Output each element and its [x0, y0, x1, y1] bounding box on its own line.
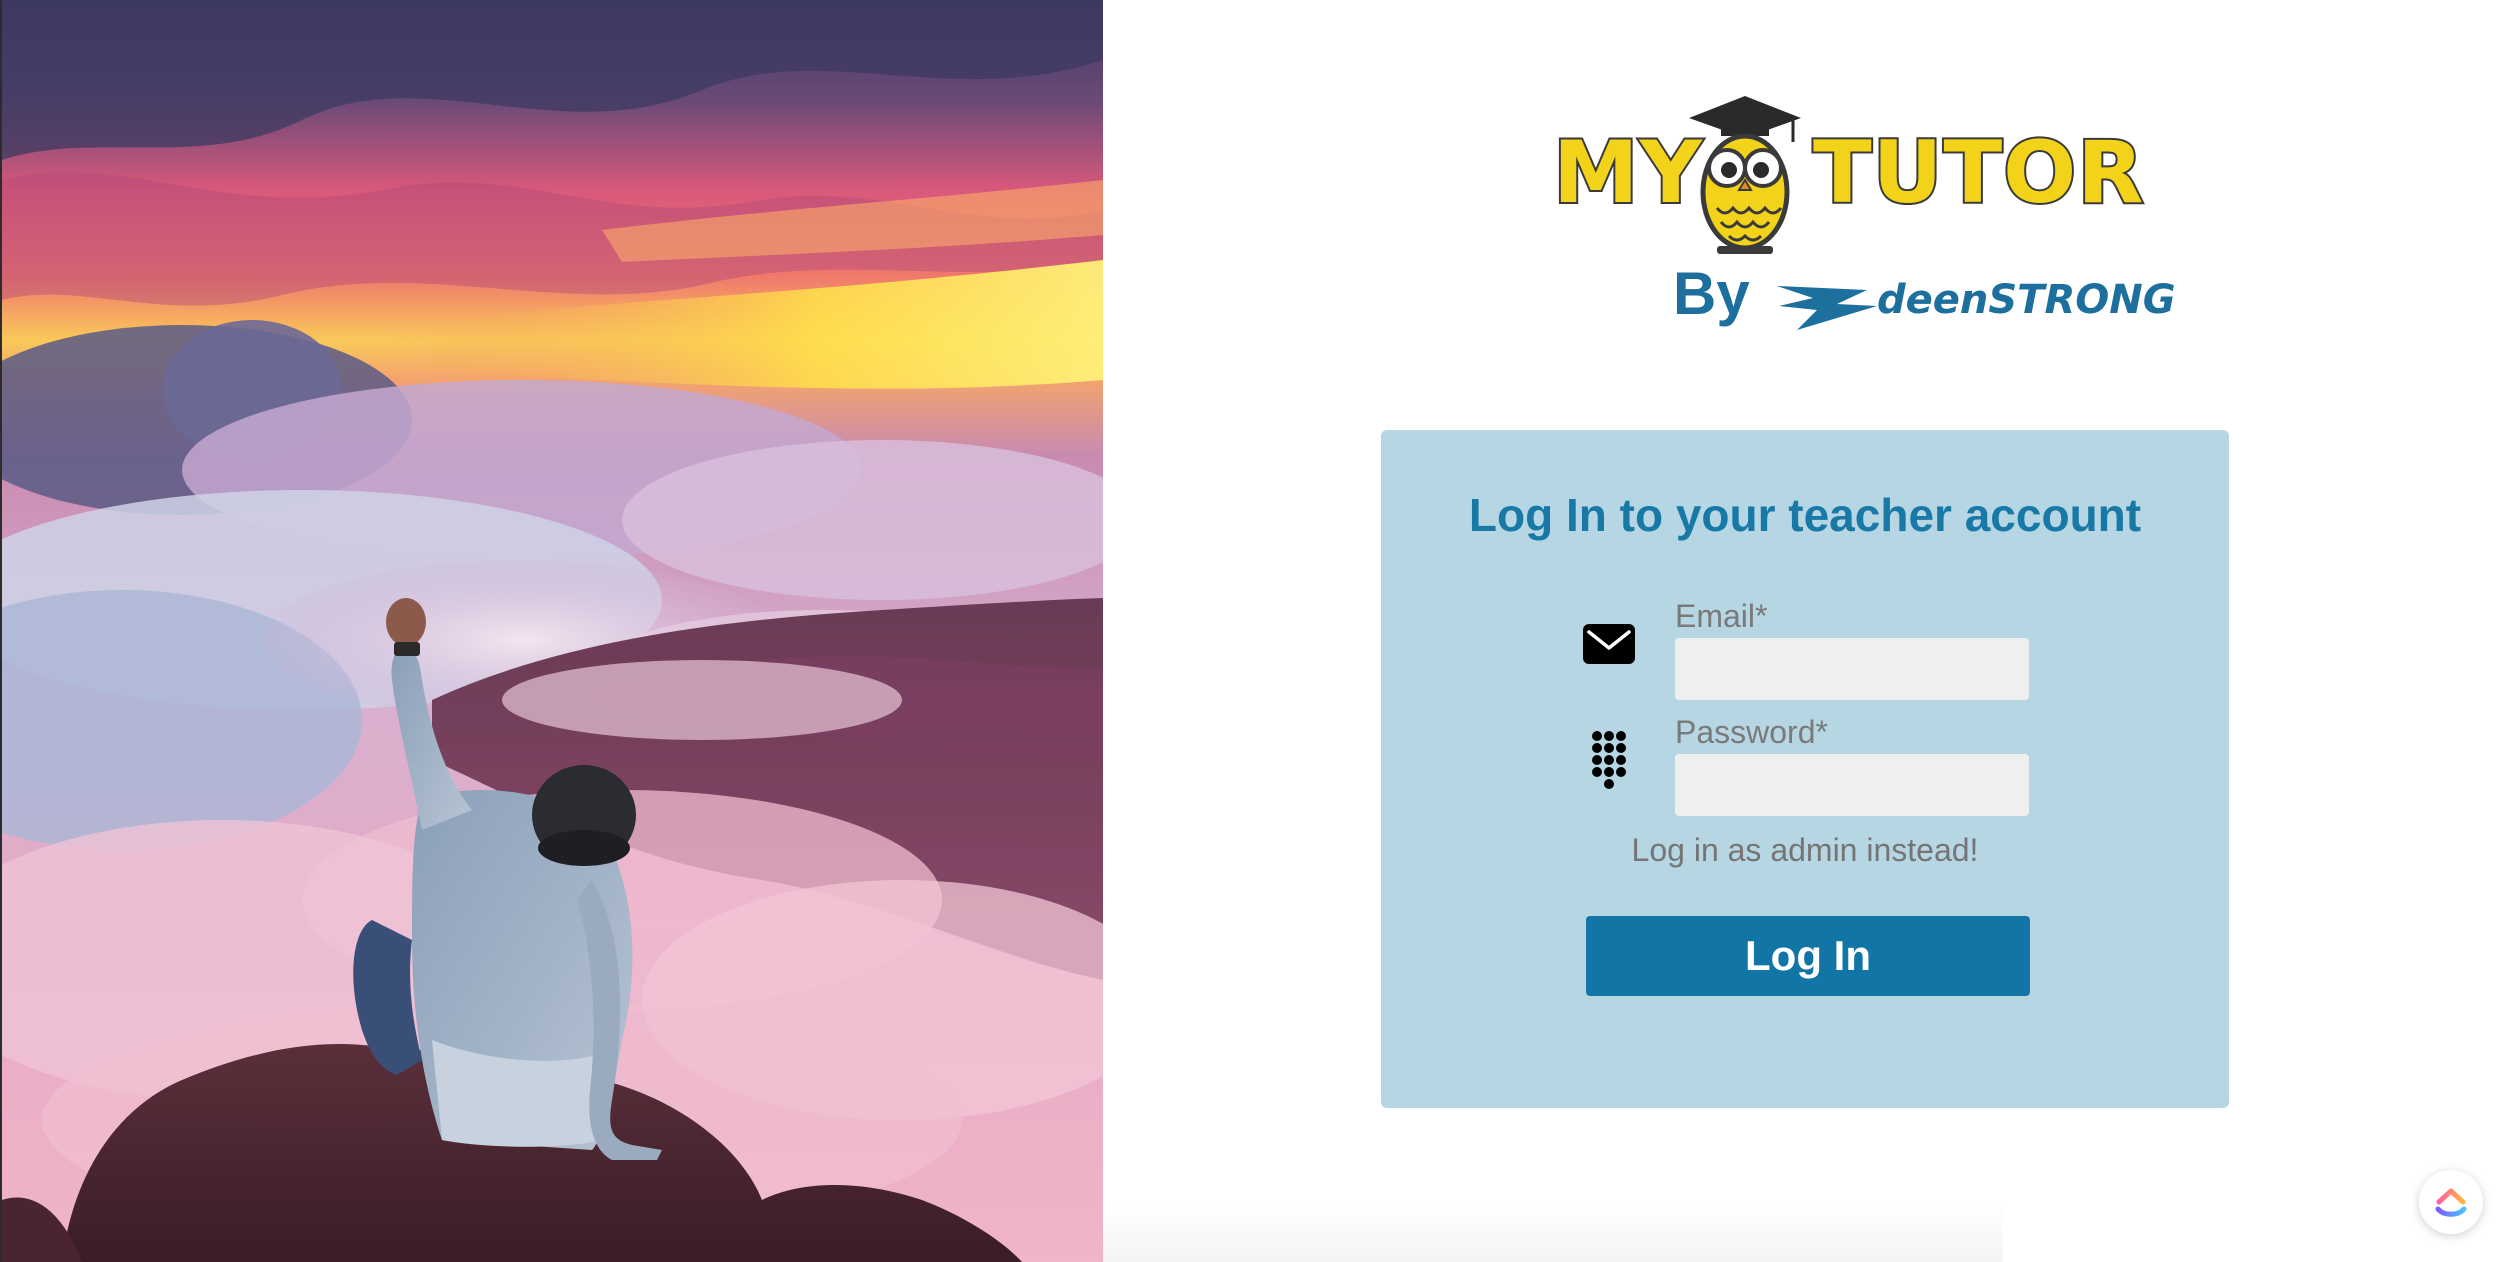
password-field[interactable]: [1675, 754, 2029, 816]
logo-tutor-text: TUTOR: [1811, 123, 2145, 223]
bottom-shade: [1103, 1202, 2003, 1262]
clickup-widget-button[interactable]: [2419, 1170, 2483, 1234]
password-label: Password*: [1675, 714, 1828, 750]
login-title: Log In to your teacher account: [1468, 489, 2142, 541]
email-label: Email*: [1675, 598, 1768, 634]
owl-icon: [1689, 96, 1801, 254]
mytutor-logo: MY TUTOR By deenSTRONG: [1547, 96, 2176, 341]
logo-by-text: By: [1673, 260, 1750, 327]
login-button[interactable]: Log In: [1586, 916, 2030, 996]
envelope-icon: [1583, 624, 1635, 664]
logo-deenstrong-text: deenSTRONG: [1877, 277, 2176, 323]
keypad-icon: [1592, 731, 1626, 789]
email-field[interactable]: [1675, 638, 2029, 700]
login-page: MY TUTOR By deenSTRONG Log In to your te…: [0, 0, 2505, 1262]
login-card: Log In to your teacher account Email* Pa…: [1381, 430, 2229, 1108]
login-panel: MY TUTOR By deenSTRONG Log In to your te…: [1103, 0, 2505, 1262]
clickup-icon: [2435, 1188, 2467, 1217]
admin-login-link[interactable]: Log in as admin instead!: [1381, 834, 2229, 866]
deenstrong-mark-icon: [1777, 286, 1877, 330]
hero-image: [0, 0, 1103, 1262]
hero-illustration: [2, 0, 1103, 1262]
